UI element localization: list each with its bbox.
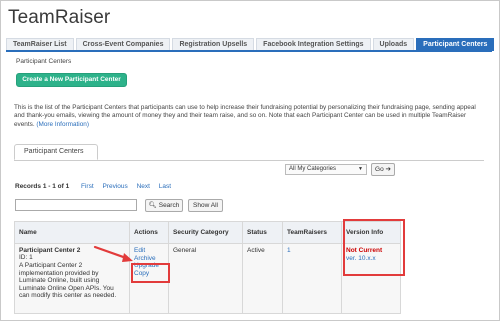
go-button-label: Go (375, 166, 384, 173)
teamraisers-count-link[interactable]: 1 (287, 247, 337, 255)
window: TeamRaiser TeamRaiser List Cross-Event C… (0, 0, 500, 321)
create-participant-center-button[interactable]: Create a New Participant Center (16, 73, 127, 87)
column-header-teamraisers: TeamRaisers (282, 221, 342, 244)
search-input[interactable] (15, 199, 137, 211)
category-select-value: All My Categories (289, 166, 337, 172)
tab-cross-event-companies[interactable]: Cross-Event Companies (75, 38, 171, 50)
section-tab-participant-centers[interactable]: Participant Centers (14, 144, 98, 160)
go-button[interactable]: Go ➔ (371, 163, 395, 176)
column-header-name: Name (14, 221, 130, 244)
record-count: Records 1 - 1 of 1 (15, 183, 70, 190)
participant-center-description: A Participant Center 2 implementation pr… (19, 262, 117, 300)
arrow-circle-icon: ➔ (385, 166, 391, 173)
intro-text: This is the list of the Participant Cent… (14, 104, 484, 129)
edit-link[interactable]: Edit (134, 247, 164, 255)
chevron-down-icon: ▼ (358, 166, 363, 172)
column-header-status: Status (242, 221, 283, 244)
search-button[interactable]: 🔍︎ Search (145, 199, 183, 212)
pager-first-link[interactable]: First (81, 183, 94, 190)
archive-link[interactable]: Archive (134, 255, 164, 263)
more-information-link[interactable]: (More Information) (36, 121, 89, 128)
pager-last-link[interactable]: Last (159, 183, 171, 190)
search-icon: 🔍︎ (148, 202, 157, 209)
tab-teamraiser-list[interactable]: TeamRaiser List (6, 38, 74, 50)
highlight-box-version-info (343, 219, 405, 276)
tab-facebook-integration-settings[interactable]: Facebook Integration Settings (256, 38, 371, 50)
status-cell: Active (242, 243, 283, 314)
security-category-cell: General (168, 243, 243, 314)
column-header-security-category: Security Category (168, 221, 243, 244)
section-divider (14, 160, 484, 161)
tab-participant-centers[interactable]: Participant Centers (416, 38, 495, 51)
breadcrumb: Participant Centers (16, 58, 72, 65)
search-button-label: Search (158, 202, 180, 209)
pager: Records 1 - 1 of 1 First Previous Next L… (15, 183, 178, 190)
pager-next-link[interactable]: Next (137, 183, 150, 190)
tab-uploads[interactable]: Uploads (372, 38, 415, 50)
category-select[interactable]: All My Categories ▼ (285, 164, 367, 175)
tab-bar: TeamRaiser List Cross-Event Companies Re… (6, 38, 495, 52)
column-header-actions: Actions (129, 221, 169, 244)
show-all-button[interactable]: Show All (188, 199, 223, 212)
annotation-arrow-icon (93, 245, 133, 262)
app-title: TeamRaiser (8, 7, 111, 28)
tab-registration-upsells[interactable]: Registration Upsells (172, 38, 255, 50)
pager-previous-link[interactable]: Previous (102, 183, 127, 190)
teamraisers-cell: 1 (282, 243, 342, 314)
